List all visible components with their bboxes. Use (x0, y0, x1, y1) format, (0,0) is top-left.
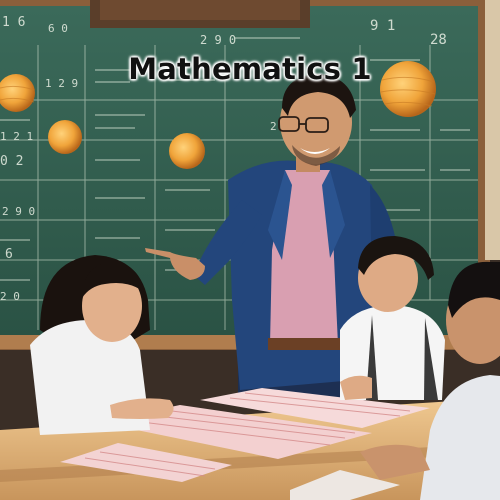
svg-text:6: 6 (5, 247, 13, 262)
svg-text:2 0: 2 0 (0, 290, 20, 303)
svg-text:2 9 0: 2 9 0 (200, 33, 236, 47)
page-title: Mathematics 1 (128, 52, 372, 86)
planet-small (48, 120, 82, 154)
svg-text:2 9 0: 2 9 0 (2, 205, 35, 218)
svg-text:1 2 1: 1 2 1 (0, 130, 33, 143)
window-edge (485, 0, 500, 260)
svg-text:6 0: 6 0 (48, 22, 68, 35)
svg-text:1 6: 1 6 (2, 15, 25, 30)
svg-text:0 2: 0 2 (0, 154, 23, 169)
planet-center (169, 133, 205, 169)
svg-text:9 1: 9 1 (370, 18, 395, 34)
classroom-scene: 1 6 6 0 2 9 0 9 1 28 1 2 9 1 2 1 0 2 2 9… (0, 0, 500, 500)
svg-text:28: 28 (430, 32, 447, 48)
